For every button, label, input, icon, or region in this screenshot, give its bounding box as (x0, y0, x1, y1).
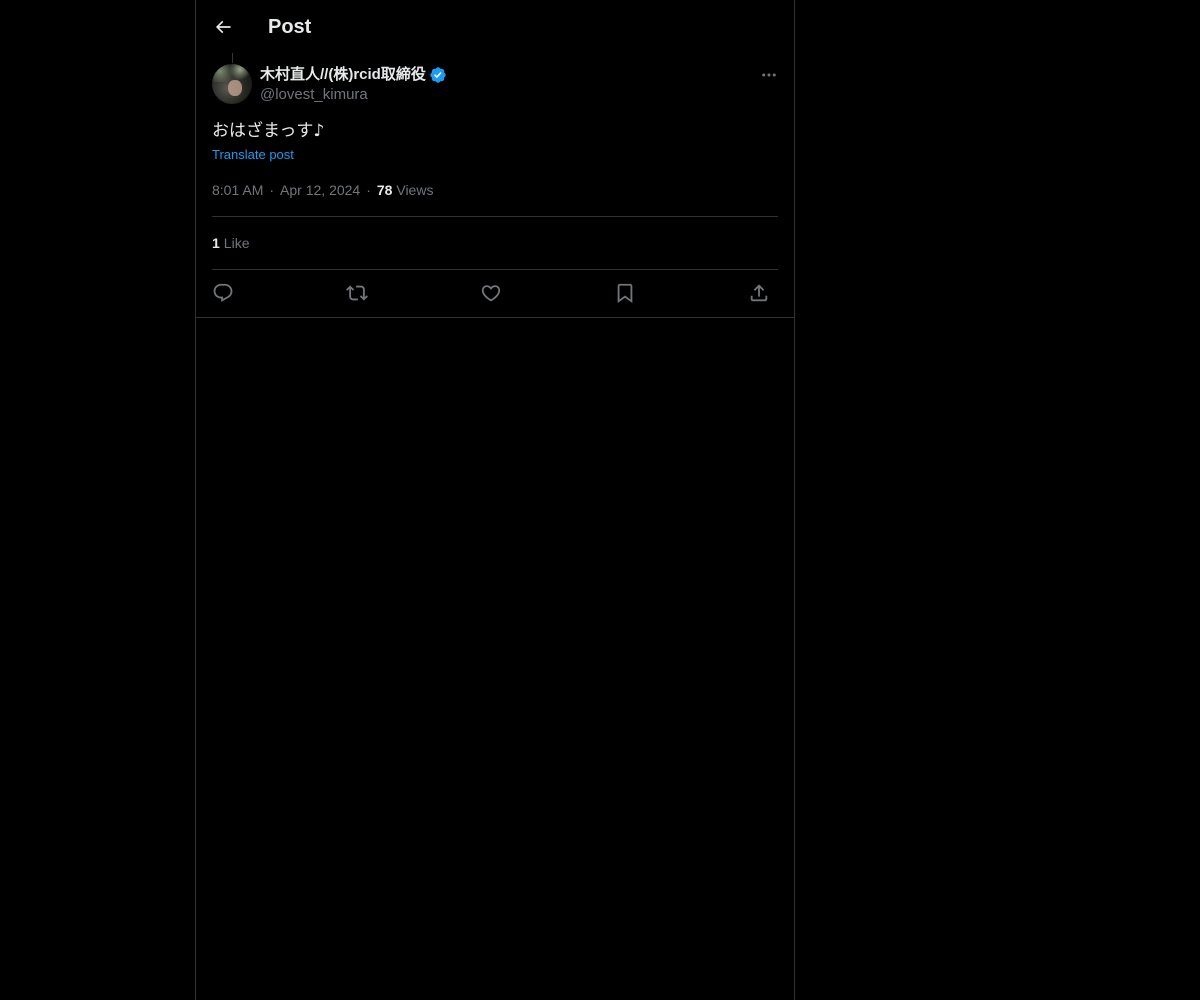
more-options-button[interactable] (758, 66, 780, 84)
bookmark-button[interactable] (610, 278, 640, 308)
divider (212, 216, 778, 217)
primary-column: Post 木村直人//(株)rcid取締役 @lovest_kimura おはざ… (195, 0, 795, 1000)
post-text: おはざまっす♪ (212, 121, 325, 141)
reply-icon (212, 282, 234, 304)
repost-icon (346, 282, 368, 304)
post-metadata: 8:01 AM · Apr 12, 2024 · 78 Views (212, 180, 433, 200)
like-button[interactable] (476, 278, 506, 308)
author-info: 木村直人//(株)rcid取締役 @lovest_kimura (260, 64, 447, 105)
author-avatar[interactable] (212, 64, 252, 104)
bookmark-icon (614, 282, 636, 304)
translate-post-link[interactable]: Translate post (212, 146, 294, 164)
separator: · (269, 182, 275, 198)
verified-badge-icon[interactable] (429, 66, 447, 84)
likes-count: 1 (212, 235, 220, 251)
views-label: Views (396, 182, 434, 198)
reply-button[interactable] (208, 278, 238, 308)
share-icon (748, 282, 770, 304)
separator: · (366, 182, 371, 198)
author-handle[interactable]: @lovest_kimura (260, 85, 447, 105)
page-title: Post (268, 16, 312, 38)
views-count: 78 (376, 182, 393, 198)
likes-label: Like (223, 235, 250, 251)
author-display-name[interactable]: 木村直人//(株)rcid取締役 (260, 65, 426, 85)
divider (212, 269, 778, 270)
likes-link[interactable]: 1 Like (212, 233, 249, 253)
repost-button[interactable] (342, 278, 372, 308)
arrow-left-icon (213, 17, 233, 37)
heart-icon (480, 282, 502, 304)
avatar-face (228, 80, 242, 96)
display-name-row: 木村直人//(株)rcid取締役 (260, 64, 447, 85)
post-bottom-border (196, 317, 794, 318)
post-actions-bar (212, 278, 778, 308)
post-time[interactable]: 8:01 AM (212, 182, 263, 198)
back-button[interactable] (208, 9, 238, 45)
thread-connector-line (232, 53, 233, 63)
page-header: Post (196, 0, 794, 53)
more-horizontal-icon (760, 66, 778, 84)
post-date[interactable]: Apr 12, 2024 (280, 182, 360, 198)
share-button[interactable] (744, 278, 774, 308)
